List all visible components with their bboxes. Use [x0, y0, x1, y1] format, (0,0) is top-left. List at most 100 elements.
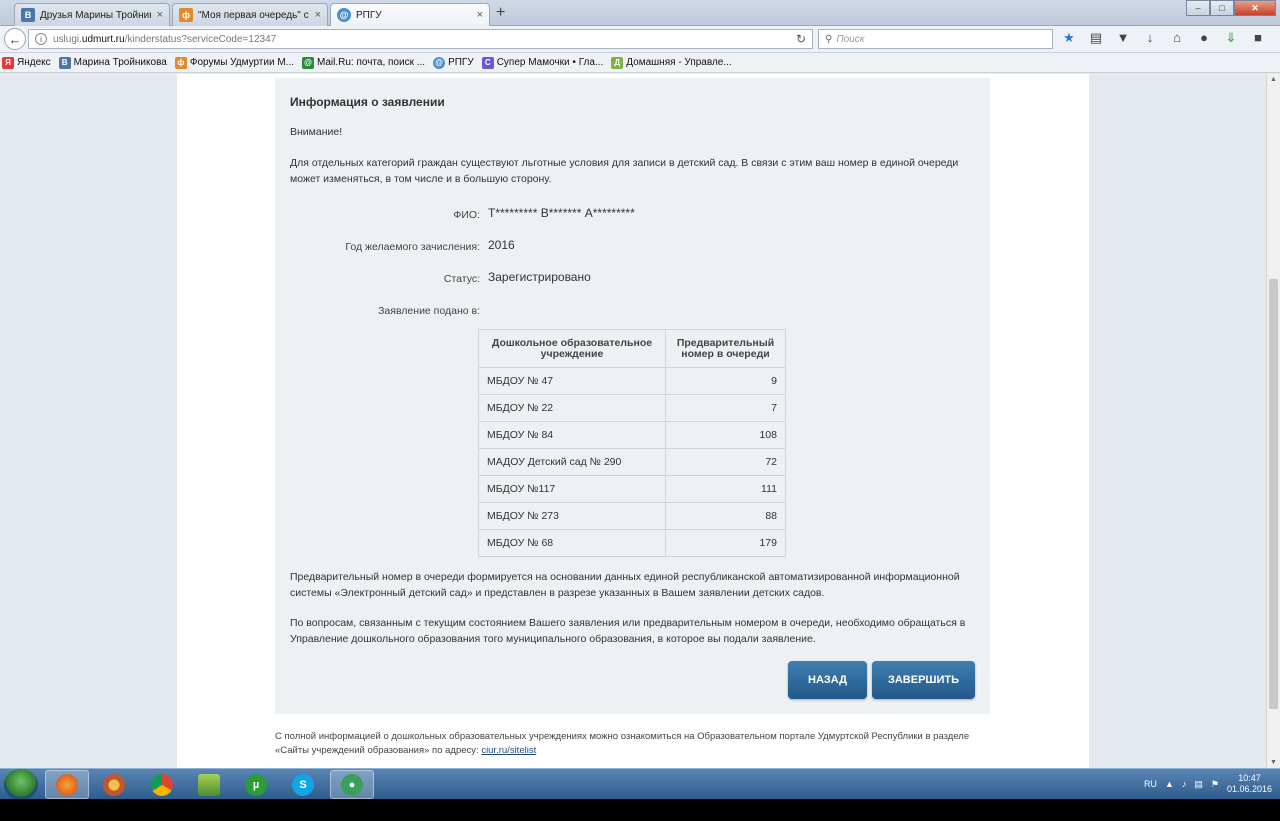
window-close-icon[interactable]: ✕	[1234, 0, 1276, 16]
home-icon[interactable]: ⌂	[1168, 30, 1186, 46]
bookmark-label: Супер Мамочки • Гла...	[496, 57, 604, 68]
page-title: Информация о заявлении	[290, 95, 445, 109]
flag-icon[interactable]: ⚑	[1211, 779, 1219, 790]
table-row: МБДОУ № 47 9	[478, 367, 786, 395]
table-row: МБДОУ № 273 88	[478, 502, 786, 530]
bookmark-home[interactable]: Д Домашняя - Управле...	[611, 56, 732, 69]
network-icon[interactable]: ▤	[1194, 779, 1203, 790]
bookmark-yandex[interactable]: Я Яндекс	[2, 56, 51, 69]
reload-icon[interactable]: ↻	[796, 32, 806, 46]
chat-icon[interactable]: ●	[1195, 30, 1213, 46]
system-tray: RU ▲ ♪ ▤ ⚑ 10:47 01.06.2016	[1144, 773, 1272, 795]
table-row: МАДОУ Детский сад № 290 72	[478, 448, 786, 476]
table-row: МБДОУ № 68 179	[478, 529, 786, 557]
tray-arrow-icon[interactable]: ▲	[1165, 779, 1174, 789]
scroll-thumb[interactable]	[1269, 279, 1278, 709]
back-button[interactable]: НАЗАД	[788, 661, 867, 699]
clock-time: 10:47	[1238, 773, 1261, 783]
institution-cell: МБДОУ № 273	[478, 502, 666, 530]
pocket-icon[interactable]: ▼	[1114, 30, 1132, 46]
finish-button[interactable]: ЗАВЕРШИТЬ	[872, 661, 975, 699]
queue-table: Дошкольное образовательное учреждение Пр…	[478, 329, 786, 557]
reading-list-icon[interactable]: ▤	[1087, 30, 1105, 46]
clock-date: 01.06.2016	[1226, 784, 1272, 794]
table-row: МБДОУ № 84 108	[478, 421, 786, 449]
home-page-icon: Д	[611, 56, 624, 69]
queue-number-cell: 179	[665, 529, 786, 557]
institution-cell: МБДОУ № 47	[478, 367, 666, 395]
queue-number-cell: 88	[665, 502, 786, 530]
taskbar-firefox[interactable]	[45, 770, 89, 799]
firefox-icon	[56, 773, 78, 796]
fio-label: ФИО:	[453, 209, 480, 221]
close-icon[interactable]: ×	[477, 9, 483, 21]
close-icon[interactable]: ×	[157, 9, 163, 21]
tab-forum-queue[interactable]: ф "Моя первая очередь" ст... ×	[172, 3, 328, 26]
institution-cell: МБДОУ № 84	[478, 421, 666, 449]
tab-label: Друзья Марины Тройник...	[40, 9, 151, 21]
taskbar-utorrent[interactable]: µ	[234, 770, 278, 799]
filed-label: Заявление подано в:	[378, 305, 480, 317]
application-info-panel: Информация о заявлении Внимание! Для отд…	[275, 78, 990, 714]
queue-info-text: Предварительный номер в очереди формируе…	[290, 571, 960, 599]
bookmark-label: РПГУ	[448, 57, 474, 68]
institution-cell: МБДОУ №117	[478, 475, 666, 503]
windows-taskbar: µ S ● RU ▲ ♪ ▤ ⚑ 10:47 01.06.2016	[0, 768, 1280, 800]
taskbar-app-active[interactable]: ●	[330, 770, 374, 799]
screen-bottom-border	[0, 799, 1280, 821]
mailru-icon: @	[302, 56, 315, 69]
maximize-icon[interactable]: □	[1210, 0, 1234, 16]
start-button[interactable]	[4, 769, 38, 800]
table-header-row: Дошкольное образовательное учреждение Пр…	[478, 329, 786, 368]
toolbar-icons: ★ ▤ ▼ ↓ ⌂ ● ⇓ ■ ☰	[1060, 30, 1280, 46]
search-placeholder: Поиск	[836, 33, 865, 45]
fio-value: Т********* В******* А*********	[488, 206, 635, 220]
bookmark-vk-marina[interactable]: B Марина Тройникова	[58, 56, 167, 69]
tab-rpgu[interactable]: @ РПГУ ×	[330, 3, 490, 26]
vertical-scrollbar[interactable]: ▲ ▼	[1266, 74, 1280, 768]
bookmark-label: Домашняя - Управле...	[626, 57, 732, 68]
taskbar-bluestacks[interactable]	[187, 770, 231, 799]
new-tab-button[interactable]: +	[496, 4, 505, 22]
menu-icon[interactable]: ☰	[1276, 30, 1280, 46]
year-value: 2016	[488, 238, 515, 252]
bookmark-label: Mail.Ru: почта, поиск ...	[317, 57, 426, 68]
search-input[interactable]: ⚲ Поиск	[818, 29, 1053, 49]
url-path: /kinderstatus?serviceCode=12347	[124, 33, 277, 45]
table-row: МБДОУ №117 111	[478, 475, 786, 503]
back-arrow-icon[interactable]: ←	[4, 28, 26, 50]
window-controls: – □ ✕	[1186, 0, 1276, 16]
bookmark-star-icon[interactable]: ★	[1060, 30, 1078, 46]
bookmark-mailru[interactable]: @ Mail.Ru: почта, поиск ...	[302, 56, 426, 69]
info-icon[interactable]: i	[35, 33, 47, 45]
language-indicator[interactable]: RU	[1144, 779, 1157, 789]
utorrent-icon: µ	[245, 773, 267, 796]
notice-text: Для отдельных категорий граждан существу…	[290, 157, 959, 185]
bookmark-forums[interactable]: ф Форумы Удмуртии М...	[174, 56, 294, 69]
url-domain: udmurt.ru	[81, 33, 125, 45]
vk-icon: B	[58, 56, 71, 69]
addon-download-icon[interactable]: ⇓	[1222, 30, 1240, 46]
scroll-down-icon[interactable]: ▼	[1270, 759, 1277, 766]
volume-icon[interactable]: ♪	[1182, 779, 1187, 789]
queue-number-cell: 72	[665, 448, 786, 476]
taskbar-skype[interactable]: S	[281, 770, 325, 799]
forum-icon: ф	[174, 56, 187, 69]
clock[interactable]: 10:47 01.06.2016	[1227, 773, 1272, 795]
close-icon[interactable]: ×	[315, 9, 321, 21]
tab-vk-friends[interactable]: B Друзья Марины Тройник... ×	[14, 3, 170, 26]
sitelist-link[interactable]: ciur.ru/sitelist	[481, 745, 536, 756]
minimize-icon[interactable]: –	[1186, 0, 1210, 16]
addon-icon[interactable]: ■	[1249, 30, 1267, 46]
taskbar-app-rings[interactable]	[92, 770, 136, 799]
taskbar-chrome[interactable]	[140, 770, 184, 799]
bookmarks-bar: Я Яндекс B Марина Тройникова ф Форумы Уд…	[0, 53, 1280, 73]
download-icon[interactable]: ↓	[1141, 30, 1159, 46]
address-bar[interactable]: i uslugi. udmurt.ru/kinderstatus?serviceC…	[28, 29, 813, 49]
bookmark-rpgu[interactable]: @ РПГУ	[433, 56, 474, 69]
bookmark-super-moms[interactable]: С Супер Мамочки • Гла...	[481, 56, 604, 69]
search-icon: ⚲	[825, 33, 833, 45]
scroll-up-icon[interactable]: ▲	[1270, 76, 1277, 83]
url-prefix: uslugi.	[53, 33, 82, 45]
footer-note: С полной информацией о дошкольных образо…	[275, 730, 985, 758]
